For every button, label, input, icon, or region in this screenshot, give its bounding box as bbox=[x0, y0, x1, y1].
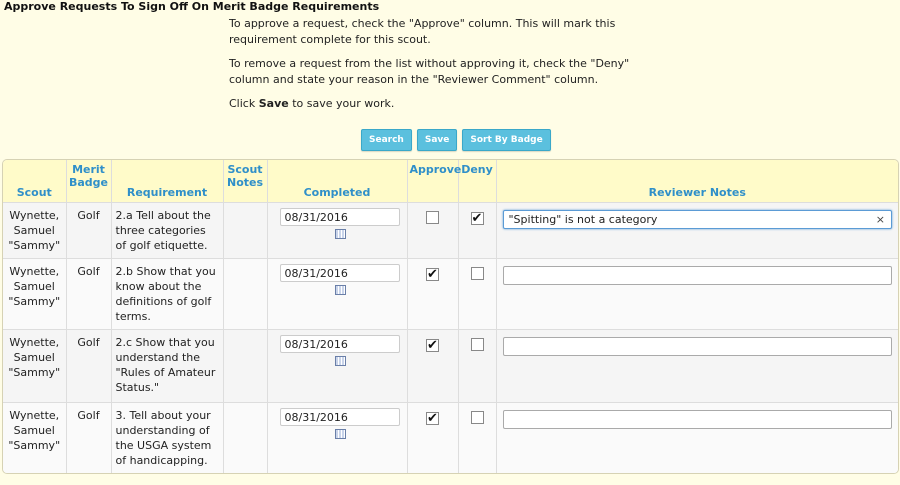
deny-checkbox[interactable] bbox=[470, 267, 484, 280]
table-row: Wynette, Samuel "Sammy" Golf 2.a Tell ab… bbox=[3, 202, 898, 259]
requirement-text: 3. Tell about your understanding of the … bbox=[111, 402, 224, 473]
checkmark-icon: ✔ bbox=[427, 338, 438, 353]
merit-badge: Golf bbox=[66, 402, 112, 473]
approve-cell: ✔ bbox=[407, 402, 459, 473]
scout-name: Wynette, Samuel "Sammy" bbox=[3, 329, 67, 403]
deny-cell bbox=[458, 329, 497, 403]
completed-date-input[interactable] bbox=[279, 208, 400, 226]
instruction-approve: To approve a request, check the "Approve… bbox=[229, 17, 616, 46]
reviewer-notes-cell bbox=[496, 402, 898, 473]
sort-by-badge-button[interactable]: Sort By Badge bbox=[462, 129, 551, 151]
approve-checkbox[interactable] bbox=[426, 211, 439, 224]
requirement-text: 2.c Show that you understand the "Rules … bbox=[111, 329, 224, 403]
reviewer-notes-cell bbox=[496, 258, 898, 330]
checkmark-icon: ✔ bbox=[427, 411, 438, 426]
page-title: Approve Requests To Sign Off On Merit Ba… bbox=[4, 0, 380, 13]
table-row: Wynette, Samuel "Sammy" Golf 2.c Show th… bbox=[3, 329, 898, 403]
completed-date-input[interactable] bbox=[279, 408, 400, 426]
save-button[interactable]: Save bbox=[416, 129, 458, 151]
reviewer-notes-input[interactable] bbox=[502, 266, 892, 285]
instruction-save-prefix: Click bbox=[229, 97, 259, 110]
merit-badge: Golf bbox=[66, 329, 112, 403]
requests-grid: Scout Merit Badge Requirement Scout Note… bbox=[2, 159, 899, 474]
col-header-scout[interactable]: Scout bbox=[3, 160, 67, 203]
instruction-save: Click Save to save your work. bbox=[229, 96, 669, 112]
clear-icon[interactable]: × bbox=[876, 211, 885, 228]
calendar-icon[interactable] bbox=[334, 356, 346, 366]
deny-cell: ✔ bbox=[458, 202, 497, 259]
checkmark-icon: ✔ bbox=[427, 267, 438, 282]
approve-checkbox[interactable]: ✔ bbox=[426, 268, 439, 281]
toolbar: Search Save Sort By Badge bbox=[361, 129, 551, 151]
approve-checkbox[interactable]: ✔ bbox=[426, 412, 439, 425]
reviewer-notes-input[interactable] bbox=[502, 410, 892, 429]
grid-body: Wynette, Samuel "Sammy" Golf 2.a Tell ab… bbox=[3, 202, 898, 473]
completed-cell bbox=[267, 402, 408, 473]
col-header-scout-notes[interactable]: Scout Notes bbox=[223, 160, 268, 203]
completed-date-input[interactable] bbox=[279, 264, 400, 282]
col-header-merit-badge[interactable]: Merit Badge bbox=[66, 160, 112, 203]
scout-notes bbox=[223, 402, 268, 473]
reviewer-notes-cell: "Spitting" is not a category × bbox=[496, 202, 898, 259]
table-row: Wynette, Samuel "Sammy" Golf 3. Tell abo… bbox=[3, 402, 898, 473]
search-button[interactable]: Search bbox=[361, 129, 412, 151]
approve-checkbox[interactable]: ✔ bbox=[426, 339, 439, 352]
col-header-requirement[interactable]: Requirement bbox=[111, 160, 224, 203]
deny-cell bbox=[458, 258, 497, 330]
table-row: Wynette, Samuel "Sammy" Golf 2.b Show th… bbox=[3, 258, 898, 330]
scout-name: Wynette, Samuel "Sammy" bbox=[3, 202, 67, 259]
approve-cell: ✔ bbox=[407, 258, 459, 330]
reviewer-notes-input[interactable]: "Spitting" is not a category × bbox=[502, 210, 892, 229]
scout-notes bbox=[223, 329, 268, 403]
calendar-icon[interactable] bbox=[334, 229, 346, 239]
merit-badge: Golf bbox=[66, 202, 112, 259]
deny-checkbox[interactable] bbox=[470, 411, 484, 424]
merit-badge: Golf bbox=[66, 258, 112, 330]
col-header-deny[interactable]: Deny bbox=[458, 160, 497, 203]
reviewer-notes-text: "Spitting" is not a category bbox=[508, 213, 658, 226]
checkmark-icon: ✔ bbox=[471, 211, 483, 226]
approve-cell: ✔ bbox=[407, 329, 459, 403]
completed-cell bbox=[267, 202, 408, 259]
scout-notes bbox=[223, 258, 268, 330]
requirement-text: 2.b Show that you know about the definit… bbox=[111, 258, 224, 330]
deny-checkbox[interactable] bbox=[470, 338, 484, 351]
requirement-text: 2.a Tell about the three categories of g… bbox=[111, 202, 224, 259]
scout-name: Wynette, Samuel "Sammy" bbox=[3, 402, 67, 473]
completed-date-input[interactable] bbox=[279, 335, 400, 353]
col-header-reviewer-notes[interactable]: Reviewer Notes bbox=[496, 160, 898, 203]
scout-name: Wynette, Samuel "Sammy" bbox=[3, 258, 67, 330]
scout-notes bbox=[223, 202, 268, 259]
approve-cell bbox=[407, 202, 459, 259]
completed-cell bbox=[267, 258, 408, 330]
deny-cell bbox=[458, 402, 497, 473]
instructions: To approve a request, check the "Approve… bbox=[229, 16, 669, 120]
calendar-icon[interactable] bbox=[334, 429, 346, 439]
deny-checkbox[interactable]: ✔ bbox=[470, 211, 484, 226]
reviewer-notes-cell bbox=[496, 329, 898, 403]
col-header-completed[interactable]: Completed bbox=[267, 160, 408, 203]
instruction-deny: To remove a request from the list withou… bbox=[229, 57, 630, 86]
col-header-approve[interactable]: Approve bbox=[407, 160, 461, 203]
calendar-icon[interactable] bbox=[334, 285, 346, 295]
grid-header-row: Scout Merit Badge Requirement Scout Note… bbox=[3, 160, 898, 203]
instruction-save-suffix: to save your work. bbox=[288, 97, 395, 110]
instruction-save-bold: Save bbox=[258, 97, 289, 110]
completed-cell bbox=[267, 329, 408, 403]
reviewer-notes-input[interactable] bbox=[502, 337, 892, 356]
